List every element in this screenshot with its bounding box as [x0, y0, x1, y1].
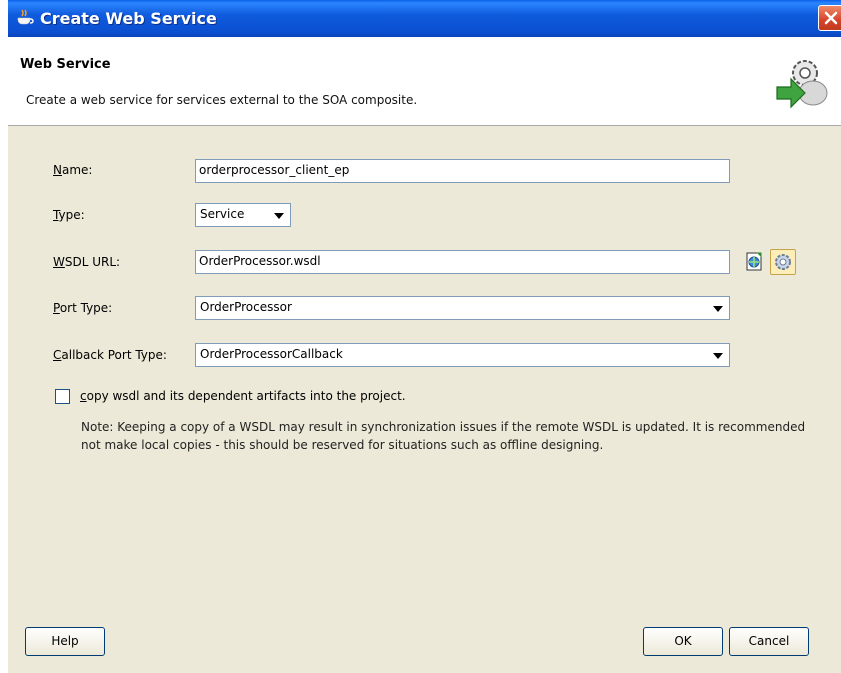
browse-wsdl-button[interactable]: [744, 251, 766, 273]
close-button[interactable]: [818, 5, 841, 31]
header-subtitle: Create a web service for services extern…: [26, 93, 418, 107]
help-button[interactable]: Help: [25, 627, 105, 656]
wsdl-url-field[interactable]: OrderProcessor.wsdl: [195, 250, 730, 274]
window-title: Create Web Service: [40, 9, 217, 28]
type-select[interactable]: Service: [195, 203, 291, 227]
callback-port-type-select[interactable]: OrderProcessorCallback: [195, 343, 730, 367]
callback-port-type-value: OrderProcessorCallback: [200, 347, 343, 361]
find-service-button[interactable]: [770, 249, 796, 275]
wsdl-url-label: WSDL URL:: [53, 255, 121, 269]
find-service-gear-icon: [775, 254, 791, 270]
chevron-down-icon: [713, 353, 723, 359]
port-type-label: Port Type:: [53, 301, 113, 315]
port-type-value: OrderProcessor: [200, 300, 292, 314]
chevron-down-icon: [274, 213, 284, 219]
callback-port-type-label: Callback Port Type:: [53, 348, 167, 362]
header-title: Web Service: [20, 57, 111, 72]
copy-wsdl-label[interactable]: copy wsdl and its dependent artifacts in…: [80, 389, 406, 403]
cancel-button[interactable]: Cancel: [729, 627, 809, 656]
name-field[interactable]: orderprocessor_client_ep: [195, 159, 730, 183]
header-panel: Web Service Create a web service for ser…: [8, 37, 841, 126]
name-label: Name:: [53, 163, 93, 177]
close-icon: [824, 11, 838, 25]
ok-button[interactable]: OK: [643, 627, 723, 656]
web-service-gear-icon: [776, 60, 828, 109]
chevron-down-icon: [713, 306, 723, 312]
create-web-service-dialog: Create Web Service Web Service Create a …: [8, 0, 841, 673]
title-bar[interactable]: Create Web Service: [8, 0, 841, 37]
jdev-cup-icon: [17, 9, 34, 25]
type-label: Type:: [53, 208, 85, 222]
copy-wsdl-note: Note: Keeping a copy of a WSDL may resul…: [81, 420, 806, 452]
copy-wsdl-checkbox[interactable]: [55, 389, 70, 404]
browse-wsdl-icon: [746, 252, 762, 271]
port-type-select[interactable]: OrderProcessor: [195, 296, 730, 320]
type-select-value: Service: [200, 207, 245, 221]
